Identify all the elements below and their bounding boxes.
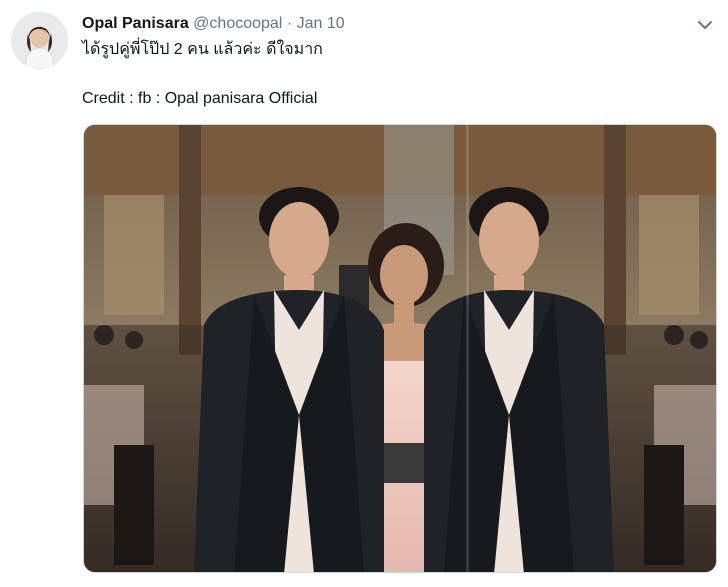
avatar-image — [11, 12, 68, 69]
author-name[interactable]: Opal Panisara — [82, 15, 189, 32]
separator: · — [286, 15, 293, 32]
tweet-photo[interactable] — [83, 124, 717, 573]
tweet-text-line1: ได้รูปคู่พี่โป๊ป 2 คน แล้วค่ะ ดีใจมาก — [82, 41, 323, 58]
tweet-date[interactable]: Jan 10 — [297, 15, 345, 32]
photo-image — [84, 125, 716, 572]
tweet[interactable]: Opal Panisara @chocoopal · Jan 10 ได้รูป… — [0, 0, 728, 587]
tweet-text-line2: Credit : fb : Opal panisara Official — [82, 90, 318, 107]
chevron-down-icon — [698, 21, 712, 29]
tweet-header: Opal Panisara @chocoopal · Jan 10 — [82, 14, 688, 34]
more-options-button[interactable] — [696, 16, 714, 34]
author-handle[interactable]: @chocoopal — [193, 15, 282, 32]
tweet-text: ได้รูปคู่พี่โป๊ป 2 คน แล้วค่ะ ดีใจมาก Cr… — [82, 40, 708, 109]
avatar[interactable] — [11, 12, 68, 69]
